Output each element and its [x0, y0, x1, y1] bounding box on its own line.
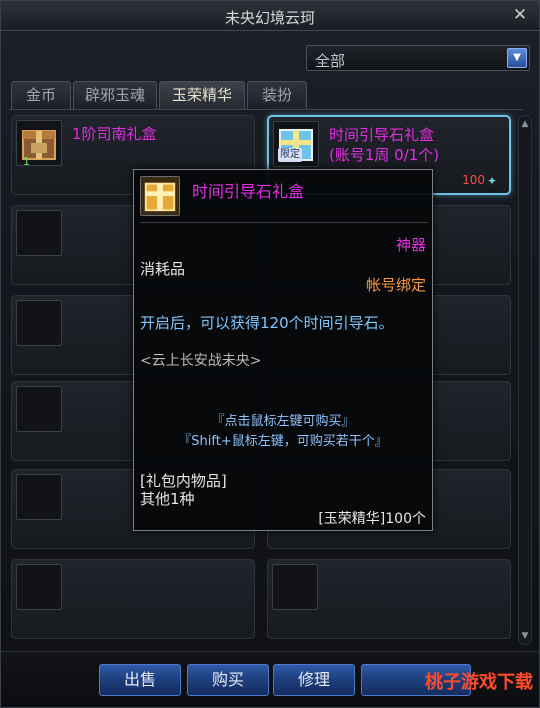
tab-costume[interactable]: 装扮 — [247, 81, 307, 109]
item-icon-slot — [16, 210, 62, 256]
limited-badge: 限定 — [278, 148, 302, 162]
tab-gold[interactable]: 金币 — [11, 81, 71, 109]
item-icon-slot — [16, 386, 62, 432]
scroll-up-icon[interactable]: ▲ — [520, 118, 530, 130]
item-icon-slot — [272, 564, 318, 610]
item-quantity: 1 — [23, 155, 30, 168]
item-name: 1阶司南礼盒 — [72, 125, 157, 143]
tab-bixie-yuhun[interactable]: 辟邪玉魂 — [73, 81, 157, 109]
tab-divider — [9, 109, 523, 110]
tooltip-description: 开启后，可以获得120个时间引导石。 — [140, 314, 394, 332]
category-dropdown[interactable]: 全部 ▼ — [306, 45, 530, 71]
category-dropdown-value: 全部 — [315, 52, 346, 70]
tooltip-source: <云上长安战未央> — [140, 353, 262, 369]
item-list-scrollbar[interactable]: ▲ ▼ — [518, 115, 532, 645]
repair-button[interactable]: 修理 — [273, 664, 355, 696]
tab-yurong-jinghua[interactable]: 玉荣精华 — [159, 81, 245, 109]
item-name: 时间引导石礼盒 (账号1周 0/1个) — [329, 125, 439, 165]
currency-icon: ✦ — [487, 174, 498, 188]
item-icon-slot[interactable]: 限定 — [273, 121, 319, 167]
empty-slot[interactable] — [267, 559, 511, 639]
tooltip-item-name: 时间引导石礼盒 — [192, 182, 305, 201]
tooltip-contents-value: 其他1种 — [140, 490, 195, 508]
item-icon-slot[interactable]: 1 — [16, 120, 62, 168]
item-icon-slot — [16, 474, 62, 520]
item-icon-slot — [16, 300, 62, 346]
tooltip-price: [玉荣精华]100个 — [318, 511, 426, 527]
close-icon[interactable]: ✕ — [511, 6, 529, 24]
tooltip-click-hint: 『点击鼠标左键可购买』 — [211, 414, 355, 429]
tooltip-item-type: 消耗品 — [140, 260, 186, 278]
tooltip-grade: 神器 — [395, 236, 426, 254]
chevron-down-icon[interactable]: ▼ — [507, 48, 527, 68]
action-bar: 出售 购买 修理 桃子游戏下载 — [1, 651, 539, 707]
window-title: 未央幻境云珂 — [224, 9, 315, 27]
title-bar[interactable]: 未央幻境云珂 ✕ — [1, 1, 539, 31]
item-tooltip: 时间引导石礼盒 神器 消耗品 帐号绑定 开启后，可以获得120个时间引导石。 <… — [133, 169, 433, 531]
item-name-line1: 时间引导石礼盒 — [329, 126, 435, 144]
scroll-down-icon[interactable]: ▼ — [520, 630, 530, 642]
item-limit-label: (账号1周 0/1个) — [329, 146, 440, 164]
watermark-text: 桃子游戏下载 — [425, 672, 533, 693]
sell-button[interactable]: 出售 — [99, 664, 181, 696]
empty-slot[interactable] — [11, 559, 255, 639]
item-price: 100 — [462, 173, 485, 187]
item-icon-slot — [16, 564, 62, 610]
tooltip-divider — [140, 222, 428, 223]
buy-button[interactable]: 购买 — [187, 664, 269, 696]
tooltip-shift-hint: 『Shift+鼠标左键，可购买若干个』 — [178, 434, 388, 449]
gift-box-icon — [140, 176, 180, 216]
tooltip-bind-type: 帐号绑定 — [365, 276, 426, 294]
shop-window: 未央幻境云珂 ✕ 全部 ▼ 金币 辟邪玉魂 玉荣精华 装扮 1 1阶司南礼盒 限… — [0, 0, 540, 708]
